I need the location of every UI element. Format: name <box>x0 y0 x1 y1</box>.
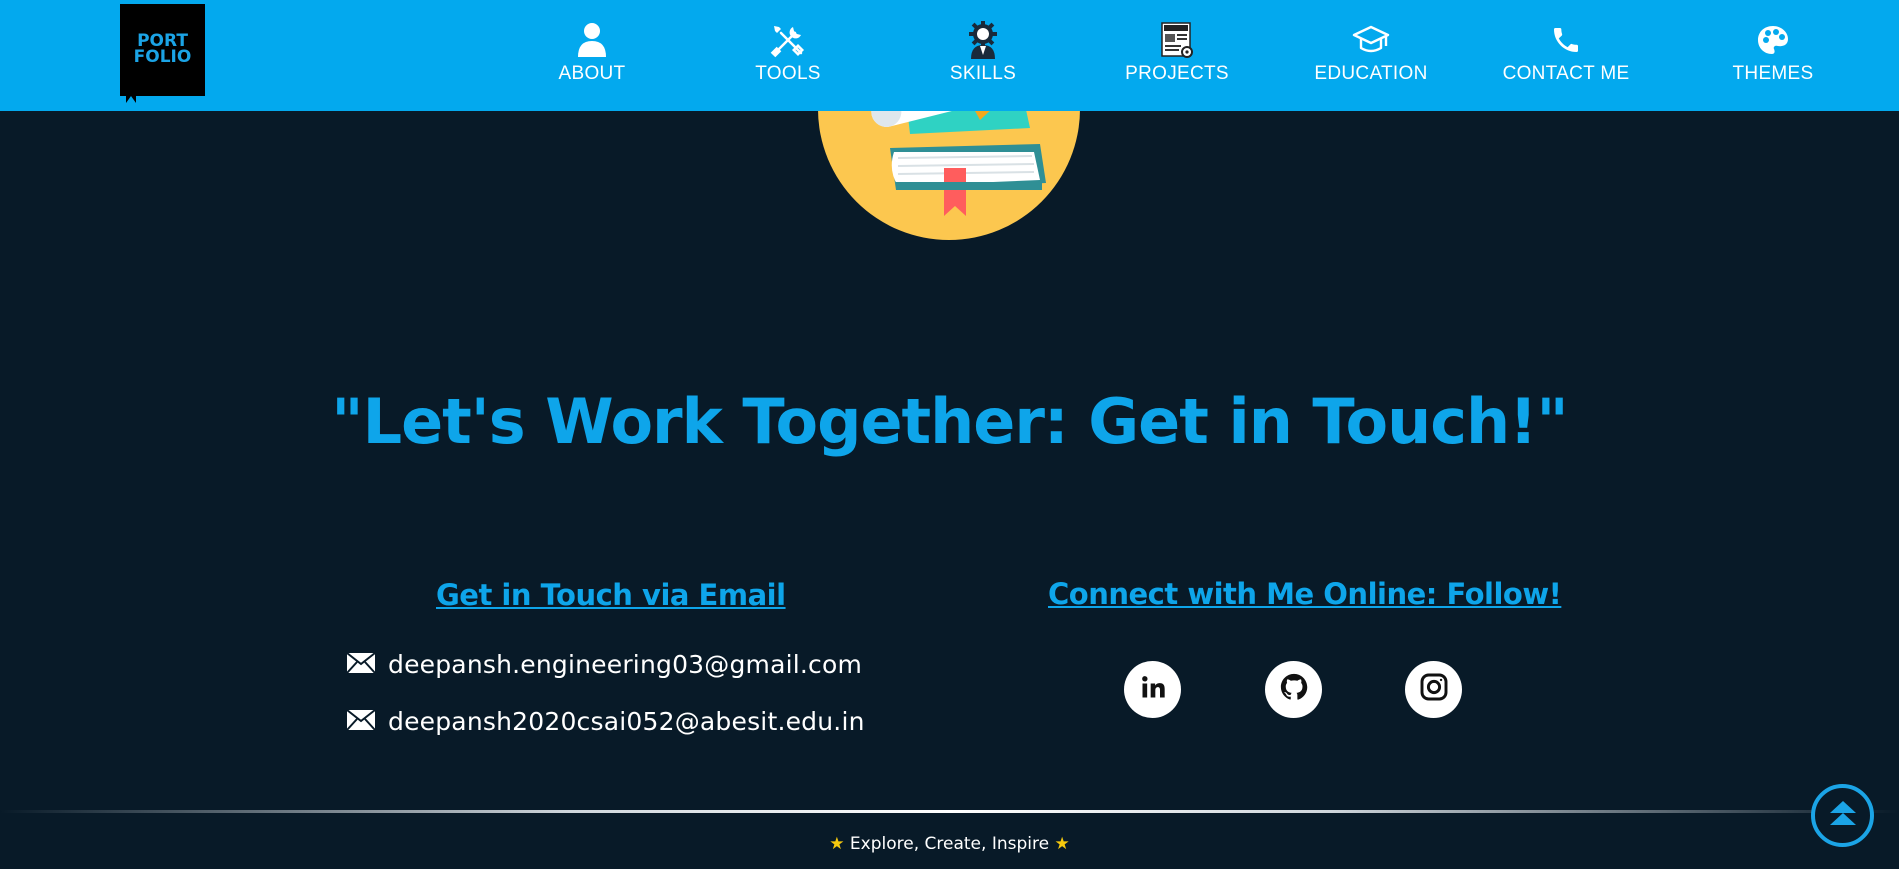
project-icon <box>1158 21 1196 59</box>
email-address: deepansh.engineering03@gmail.com <box>388 649 863 679</box>
nav-label-themes: THEMES <box>1732 63 1814 84</box>
email-section-title[interactable]: Get in Touch via Email <box>436 578 786 612</box>
logo-text: PORT FOLIO <box>133 31 192 67</box>
nav-label-tools: TOOLS <box>755 63 821 84</box>
instagram-button[interactable] <box>1405 661 1462 718</box>
footer-tagline: ★ Explore, Create, Inspire ★ <box>0 834 1899 854</box>
footer-divider <box>0 810 1899 813</box>
mail-icon <box>346 709 376 733</box>
site-header: PORT FOLIO ABOUT TOOLS SKILLS PROJECTS E… <box>0 0 1899 111</box>
nav-contact[interactable]: CONTACT ME <box>1501 0 1631 111</box>
mail-icon <box>346 652 376 676</box>
double-chevron-up-icon <box>1826 796 1860 835</box>
nav-label-contact: CONTACT ME <box>1502 63 1630 84</box>
logo-tail <box>126 96 136 103</box>
tools-icon <box>769 21 807 59</box>
nav-skills[interactable]: SKILLS <box>943 0 1023 111</box>
page-headline: "Let's Work Together: Get in Touch!" <box>331 385 1568 458</box>
palette-icon <box>1754 21 1792 59</box>
email-address: deepansh2020csai052@abesit.edu.in <box>388 706 865 736</box>
nav-label-education: EDUCATION <box>1314 63 1428 84</box>
email-item[interactable]: deepansh.engineering03@gmail.com <box>346 646 862 682</box>
phone-icon <box>1547 21 1585 59</box>
nav-education[interactable]: EDUCATION <box>1310 0 1432 111</box>
nav-label-projects: PROJECTS <box>1125 63 1229 84</box>
star-icon: ★ <box>1054 834 1070 854</box>
github-button[interactable] <box>1265 661 1322 718</box>
github-icon <box>1279 672 1309 707</box>
star-icon: ★ <box>829 834 845 854</box>
nav-about[interactable]: ABOUT <box>552 0 632 111</box>
nav-tools[interactable]: TOOLS <box>748 0 828 111</box>
nav-themes[interactable]: THEMES <box>1733 0 1813 111</box>
portfolio-logo[interactable]: PORT FOLIO <box>120 4 205 103</box>
footer-tagline-text: Explore, Create, Inspire <box>849 834 1050 854</box>
nav-label-skills: SKILLS <box>949 63 1017 84</box>
scroll-to-top-button[interactable] <box>1811 784 1874 847</box>
nav-label-about: ABOUT <box>558 63 626 84</box>
nav-projects[interactable]: PROJECTS <box>1125 0 1229 111</box>
graduation-cap-icon <box>1352 21 1390 59</box>
user-icon <box>573 21 611 59</box>
email-item[interactable]: deepansh2020csai052@abesit.edu.in <box>346 703 865 739</box>
skills-icon <box>964 21 1002 59</box>
instagram-icon <box>1418 671 1450 708</box>
social-section-title[interactable]: Connect with Me Online: Follow! <box>1048 577 1562 611</box>
linkedin-icon <box>1139 673 1167 706</box>
linkedin-button[interactable] <box>1124 661 1181 718</box>
